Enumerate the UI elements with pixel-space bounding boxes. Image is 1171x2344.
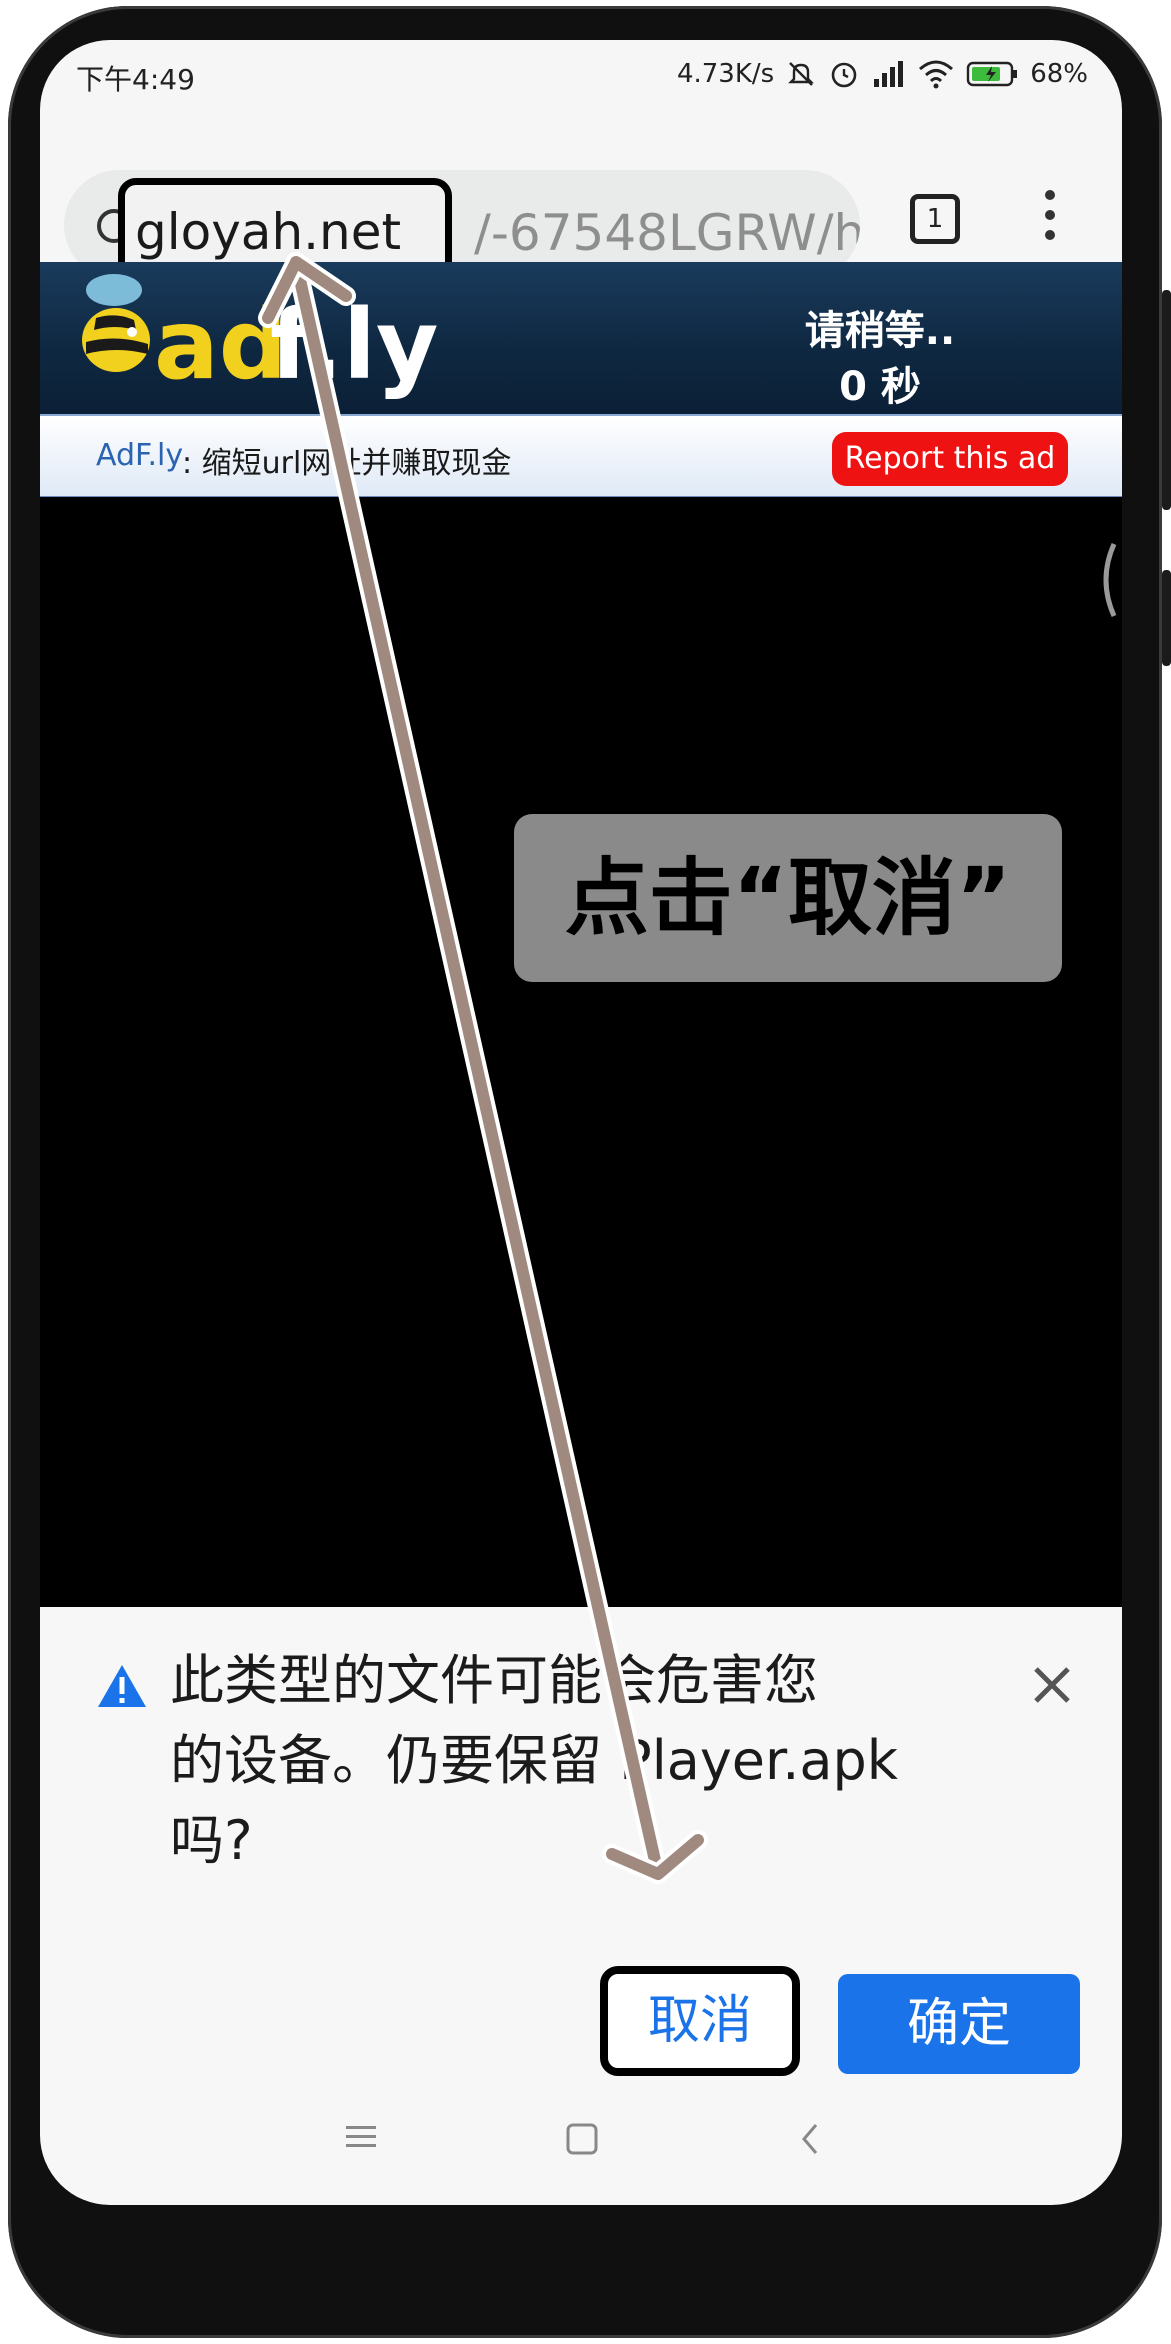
report-ad-button[interactable]: Report this ad <box>832 432 1068 486</box>
svg-text:f.ly: f.ly <box>270 289 438 401</box>
adfly-tagline: : 缩短url网址并赚取现金 <box>182 446 512 481</box>
wifi-icon <box>918 59 954 89</box>
wait-label: 请稍等.. <box>804 308 956 354</box>
download-warning-dialog: 此类型的文件可能会危害您 的设备。仍要保留 Player.apk 吗? <box>40 1607 1122 1989</box>
instruction-label: 点击“取消” <box>514 814 1062 982</box>
svg-text:ad: ad <box>154 289 288 401</box>
scroll-indicator <box>1103 542 1117 618</box>
adfly-brand-link[interactable]: AdF.ly <box>96 438 183 473</box>
battery-icon <box>966 60 1018 88</box>
mute-icon <box>786 59 816 89</box>
phone-screen: 下午4:49 4.73K/s 68% /-67548LGRW/h gloyah.… <box>40 40 1122 2205</box>
page-content <box>40 497 1122 1607</box>
tabs-icon[interactable]: 1 <box>910 194 960 244</box>
warning-icon <box>98 1665 146 1707</box>
adfly-header: ad f.ly 请稍等.. 0 秒 <box>40 262 1122 414</box>
status-icons: 4.73K/s 68% <box>677 58 1088 90</box>
network-speed: 4.73K/s <box>676 59 775 89</box>
url-path: /-67548LGRW/h <box>474 204 860 262</box>
close-icon[interactable] <box>1030 1663 1074 1707</box>
battery-level: 68% <box>1030 59 1088 89</box>
system-nav-bar <box>40 2086 1122 2205</box>
status-time: 下午4:49 <box>76 63 195 96</box>
home-icon[interactable] <box>565 2122 599 2156</box>
signal-icon <box>872 59 906 89</box>
alarm-icon <box>828 58 860 90</box>
adfly-strip: AdF.ly : 缩短url网址并赚取现金 Report this ad <box>40 414 1122 499</box>
back-icon[interactable] <box>798 2122 822 2156</box>
volume-button <box>1162 290 1171 510</box>
url-highlight-text: gloyah.net <box>135 203 402 261</box>
dialog-message-line: 的设备。仍要保留 Player.apk <box>170 1729 899 1792</box>
power-button <box>1162 570 1171 666</box>
dialog-message-line: 吗? <box>170 1809 253 1872</box>
more-vert-icon[interactable] <box>1040 190 1060 250</box>
cancel-button[interactable]: 取消 <box>600 1966 800 2076</box>
confirm-button[interactable]: 确定 <box>838 1974 1080 2074</box>
adfly-logo: ad f.ly <box>82 274 438 401</box>
dialog-message-line: 此类型的文件可能会危害您 <box>170 1649 818 1712</box>
dialog-message: 此类型的文件可能会危害您 的设备。仍要保留 Player.apk 吗? <box>170 1641 960 1881</box>
recent-apps-icon[interactable] <box>346 2124 376 2150</box>
browser-toolbar: gloyah.net /-67548LGRW/h gloyah.net 1 <box>40 130 1122 292</box>
countdown-label: 0 秒 <box>839 364 921 410</box>
